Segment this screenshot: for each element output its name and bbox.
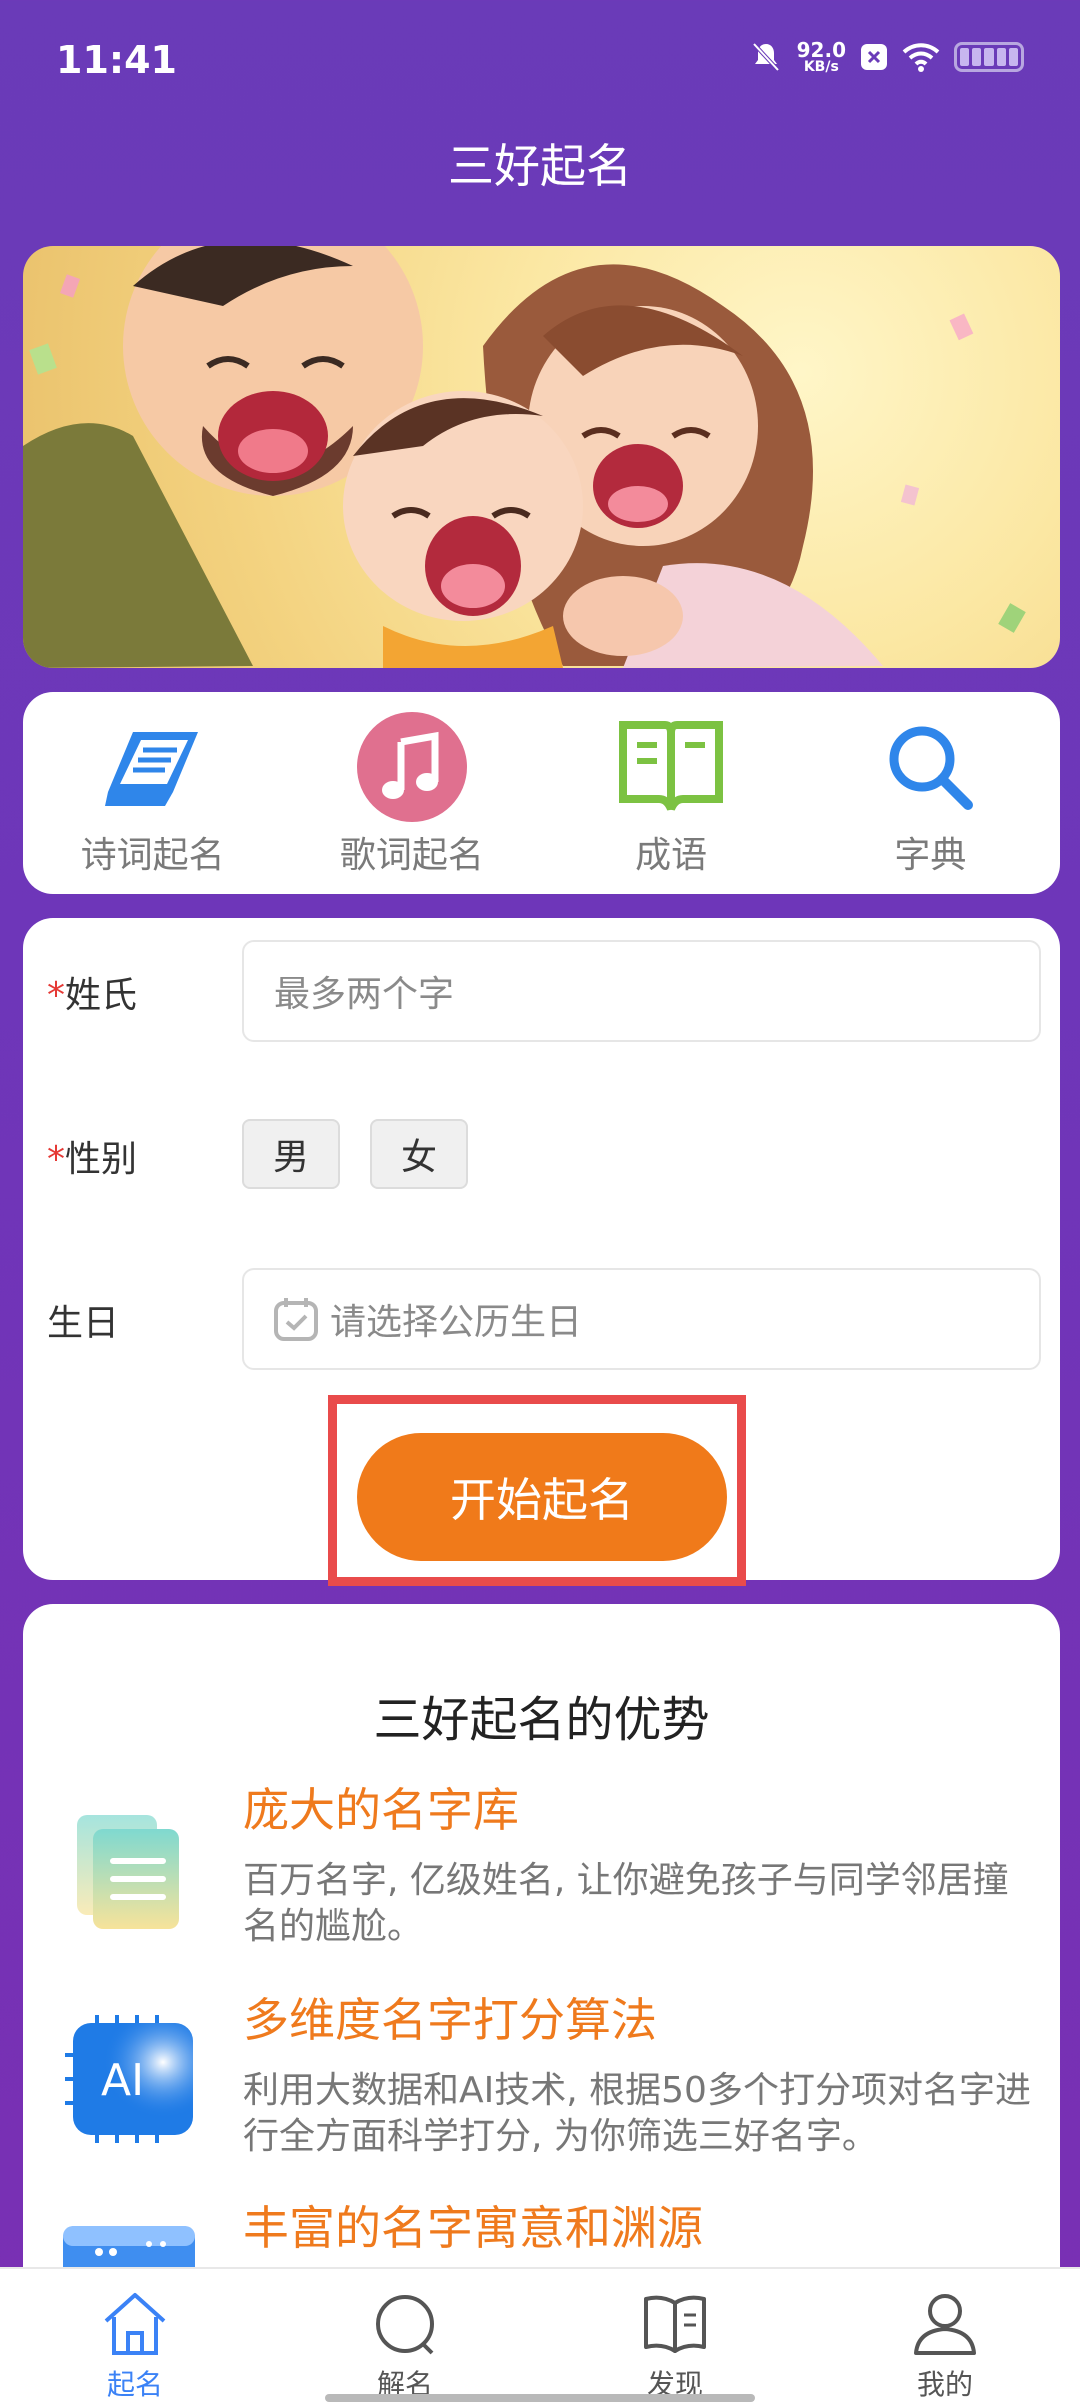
- birthday-placeholder: 请选择公历生日: [330, 1302, 583, 1343]
- nav-tab-profile[interactable]: 我的: [810, 2269, 1080, 2408]
- gender-male-button[interactable]: 男: [242, 1119, 340, 1189]
- document-stack-icon: [63, 1799, 203, 1939]
- bottom-nav: 起名 解名 发现 我的: [0, 2267, 1080, 2408]
- advantage-item: AI 多维度名字打分算法 利用大数据和AI技术, 根据50多个打分项对名字进行全…: [23, 1984, 1060, 2194]
- home-icon: [104, 2293, 166, 2355]
- net-speed: 92.0 KB/s: [796, 38, 846, 75]
- book-icon: [98, 712, 208, 822]
- home-indicator: [325, 2394, 755, 2402]
- nav-tab-discover[interactable]: 发现: [540, 2269, 810, 2408]
- quick-link-lyrics[interactable]: 歌词起名: [282, 692, 541, 894]
- surname-input[interactable]: 最多两个字: [242, 940, 1041, 1042]
- quick-links-card: 诗词起名 歌词起名 成语 字典: [23, 692, 1060, 894]
- quick-link-poetry[interactable]: 诗词起名: [23, 692, 282, 894]
- status-bar: 11:41 92.0 KB/s: [0, 0, 1080, 125]
- status-time: 11:41: [56, 38, 177, 82]
- quick-link-label: 歌词起名: [339, 835, 484, 876]
- advantage-desc: 百万名字, 亿级姓名, 让你避免孩子与同学邻居撞名的尴尬。: [243, 1860, 1009, 1947]
- advantage-title: 多维度名字打分算法: [243, 1993, 657, 2047]
- ai-chip-icon: AI: [63, 2009, 203, 2149]
- calendar-icon: [274, 1298, 318, 1341]
- birthday-label: 生日: [47, 1303, 120, 1344]
- advantage-title: 庞大的名字库: [243, 1783, 519, 1837]
- quick-link-label: 诗词起名: [80, 835, 225, 876]
- close-square-icon: [861, 44, 887, 70]
- music-note-icon: [356, 712, 467, 822]
- wifi-icon: [902, 43, 940, 72]
- mute-bell-icon: [752, 42, 780, 72]
- search-icon: [875, 712, 985, 822]
- gender-label: *性别: [47, 1139, 138, 1180]
- search-icon: [376, 2295, 434, 2355]
- status-icons: 92.0 KB/s: [749, 40, 1024, 74]
- family-banner-image[interactable]: [23, 246, 1060, 668]
- advantages-title: 三好起名的优势: [373, 1692, 710, 1748]
- book-icon: [644, 2295, 706, 2353]
- app-title: 三好起名: [448, 139, 632, 193]
- advantage-title: 丰富的名字寓意和渊源: [243, 2201, 703, 2255]
- birthday-picker[interactable]: 请选择公历生日: [242, 1268, 1041, 1370]
- user-icon: [914, 2294, 976, 2355]
- open-book-icon: [616, 712, 726, 822]
- nav-tab-naming[interactable]: 起名: [0, 2269, 270, 2408]
- quick-link-label: 字典: [894, 835, 967, 876]
- quick-link-idioms[interactable]: 成语: [542, 692, 801, 894]
- start-naming-button[interactable]: 开始起名: [357, 1433, 727, 1561]
- advantage-item: 庞大的名字库 百万名字, 亿级姓名, 让你避免孩子与同学邻居撞名的尴尬。: [23, 1774, 1060, 1984]
- advantage-desc: 利用大数据和AI技术, 根据50多个打分项对名字进行全方面科学打分, 为你筛选三…: [243, 2070, 1031, 2157]
- surname-placeholder: 最多两个字: [274, 974, 455, 1015]
- surname-label: *姓氏: [47, 975, 138, 1016]
- nav-label: 起名: [106, 2368, 163, 2401]
- svg-text:AI: AI: [101, 2055, 144, 2106]
- battery-icon: [954, 42, 1024, 72]
- nav-tab-interpret[interactable]: 解名: [270, 2269, 540, 2408]
- gender-female-button[interactable]: 女: [370, 1119, 468, 1189]
- quick-link-dictionary[interactable]: 字典: [801, 692, 1060, 894]
- nav-label: 我的: [916, 2368, 973, 2401]
- quick-link-label: 成语: [635, 835, 708, 876]
